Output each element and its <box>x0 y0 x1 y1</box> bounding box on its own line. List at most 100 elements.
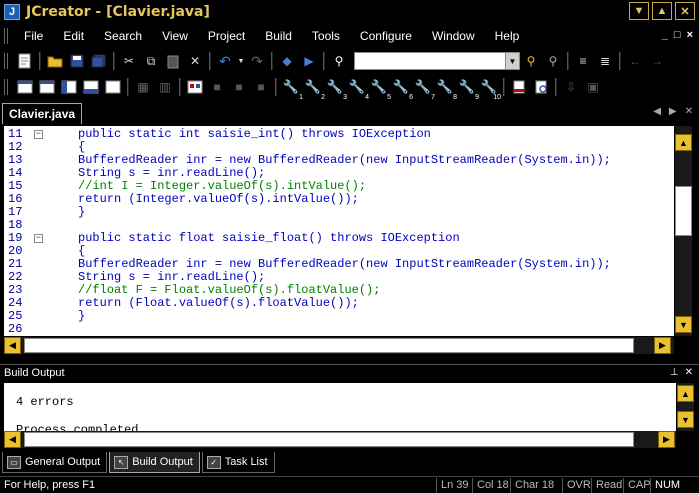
export-disabled-icon[interactable]: ⇩ <box>561 77 581 97</box>
tool-7-icon[interactable]: 🔧 7 <box>413 77 435 101</box>
fullscreen-icon[interactable] <box>103 77 123 97</box>
package-view-icon[interactable]: ▥ <box>155 77 175 97</box>
scroll-thumb[interactable] <box>24 338 634 353</box>
build-disabled-icon[interactable]: ■ <box>207 77 227 97</box>
compile-icon[interactable] <box>185 77 205 97</box>
forward-icon[interactable]: → <box>647 51 667 71</box>
scroll-down-button[interactable]: ▼ <box>677 411 694 428</box>
editor-vertical-scrollbar[interactable]: ▲ ▼ <box>675 126 692 336</box>
fold-toggle-icon[interactable]: − <box>34 130 43 139</box>
redo-icon[interactable]: ↷ <box>247 51 267 71</box>
find-next-icon[interactable]: ⚲ <box>521 51 541 71</box>
workspace-icon[interactable] <box>59 77 79 97</box>
code-editor[interactable]: 11− public static int saisie_int() throws… <box>4 126 674 336</box>
chevron-down-icon[interactable]: ▼ <box>505 53 519 69</box>
tool-1-icon[interactable]: 🔧 1 <box>281 77 303 101</box>
scroll-right-button[interactable]: ▶ <box>658 431 675 448</box>
indent-icon[interactable]: ≡ <box>573 51 593 71</box>
output-text-area[interactable]: 4 errors Process completed. <box>4 383 676 431</box>
menu-configure[interactable]: Configure <box>350 29 422 43</box>
window-cascade-icon[interactable] <box>15 77 35 97</box>
tool-8-icon[interactable]: 🔧 8 <box>435 77 457 101</box>
paste-icon[interactable] <box>163 51 183 71</box>
output-horizontal-scrollbar[interactable]: ◀ ▶ <box>4 431 676 448</box>
undo-icon[interactable]: ↶ <box>215 51 235 71</box>
tool-2-icon[interactable]: 🔧 2 <box>303 77 325 101</box>
print-preview-icon[interactable] <box>531 77 551 97</box>
scroll-down-button[interactable]: ▼ <box>675 316 692 333</box>
mark-icon[interactable]: ▶ <box>299 51 319 71</box>
menu-window[interactable]: Window <box>422 29 485 43</box>
scroll-up-button[interactable]: ▲ <box>677 385 694 402</box>
window-tile-icon[interactable] <box>37 77 57 97</box>
scroll-right-button[interactable]: ▶ <box>654 337 671 354</box>
menu-help[interactable]: Help <box>485 29 530 43</box>
jcreator-app-icon[interactable]: J <box>4 4 20 20</box>
toolbar-grip[interactable] <box>4 79 8 95</box>
toolbar-separator <box>113 52 115 70</box>
editor-horizontal-scrollbar[interactable]: ◀ ▶ <box>4 337 674 354</box>
close-button[interactable]: ✕ <box>675 2 695 20</box>
menu-tools[interactable]: Tools <box>302 29 350 43</box>
save-icon[interactable] <box>67 51 87 71</box>
tab-general-output[interactable]: ▭ General Output <box>2 452 108 473</box>
tool-6-icon[interactable]: 🔧 6 <box>391 77 413 101</box>
tool-4-icon[interactable]: 🔧 4 <box>347 77 369 101</box>
close-icon[interactable]: ✕ <box>685 367 693 378</box>
output-window-icon[interactable] <box>81 77 101 97</box>
import-disabled-icon[interactable]: ▣ <box>583 77 603 97</box>
tool-3-icon[interactable]: 🔧 3 <box>325 77 347 101</box>
menu-file[interactable]: File <box>14 29 53 43</box>
undo-dropdown-icon[interactable]: ▼ <box>237 51 245 71</box>
tab-build-output[interactable]: ↖ Build Output <box>109 452 200 473</box>
tab-prev-icon[interactable]: ◀ <box>653 106 661 117</box>
save-all-icon[interactable] <box>89 51 109 71</box>
scroll-thumb[interactable] <box>24 432 634 447</box>
fold-toggle-icon[interactable]: − <box>34 234 43 243</box>
scroll-left-button[interactable]: ◀ <box>4 337 21 354</box>
menu-project[interactable]: Project <box>198 29 255 43</box>
minimize-button[interactable]: ▼ <box>629 2 649 20</box>
build-toolbar: ▦ ▥ ■ ■ ■ 🔧 1 🔧 2 🔧 3 🔧 4 🔧 5 🔧 6 🔧 7 🔧 8 🔧 9 🔧 10… <box>0 74 699 101</box>
debug-disabled-icon[interactable]: ■ <box>251 77 271 97</box>
tab-task-list[interactable]: ✓ Task List <box>201 452 275 473</box>
mdi-close-button[interactable]: × <box>687 29 693 41</box>
menu-search[interactable]: Search <box>94 29 152 43</box>
scroll-up-button[interactable]: ▲ <box>675 134 692 151</box>
scroll-left-button[interactable]: ◀ <box>4 431 21 448</box>
tool-5-icon[interactable]: 🔧 5 <box>369 77 391 101</box>
delete-icon[interactable]: ✕ <box>185 51 205 71</box>
mdi-minimize-button[interactable]: _ <box>662 29 668 41</box>
tool-9-icon[interactable]: 🔧 9 <box>457 77 479 101</box>
run-disabled-icon[interactable]: ■ <box>229 77 249 97</box>
find-in-files-icon[interactable]: ⚲ <box>543 51 563 71</box>
code-line: 26 <box>4 323 674 336</box>
open-folder-icon[interactable] <box>45 51 65 71</box>
menu-build[interactable]: Build <box>255 29 302 43</box>
find-binoculars-icon[interactable]: ⚲ <box>329 51 349 71</box>
bookmark-icon[interactable]: ◆ <box>277 51 297 71</box>
outdent-icon[interactable]: ≣ <box>595 51 615 71</box>
menu-bar: File Edit Search View Project Build Tool… <box>0 26 699 46</box>
menu-grip[interactable] <box>4 28 8 44</box>
mdi-restore-button[interactable]: □ <box>674 29 681 41</box>
find-combo[interactable]: ▼ <box>354 52 520 70</box>
tab-clavier-java[interactable]: Clavier.java <box>2 103 83 124</box>
menu-edit[interactable]: Edit <box>53 29 94 43</box>
copy-icon[interactable]: ⧉ <box>141 51 161 71</box>
output-vertical-scrollbar[interactable]: ▲ ▼ <box>677 383 694 431</box>
window-title: JCreator - [Clavier.java] <box>26 4 210 20</box>
class-view-icon[interactable]: ▦ <box>133 77 153 97</box>
tab-close-icon[interactable]: ✕ <box>685 106 693 117</box>
cut-icon[interactable]: ✂ <box>119 51 139 71</box>
maximize-button[interactable]: ▲ <box>652 2 672 20</box>
pin-icon[interactable]: ⊥ <box>670 367 679 378</box>
scroll-thumb[interactable] <box>675 186 692 236</box>
tab-next-icon[interactable]: ▶ <box>669 106 677 117</box>
tool-10-icon[interactable]: 🔧 10 <box>479 77 501 101</box>
print-icon[interactable] <box>509 77 529 97</box>
back-icon[interactable]: ← <box>625 51 645 71</box>
toolbar-grip[interactable] <box>4 53 8 69</box>
menu-view[interactable]: View <box>152 29 198 43</box>
new-file-icon[interactable] <box>15 51 35 71</box>
